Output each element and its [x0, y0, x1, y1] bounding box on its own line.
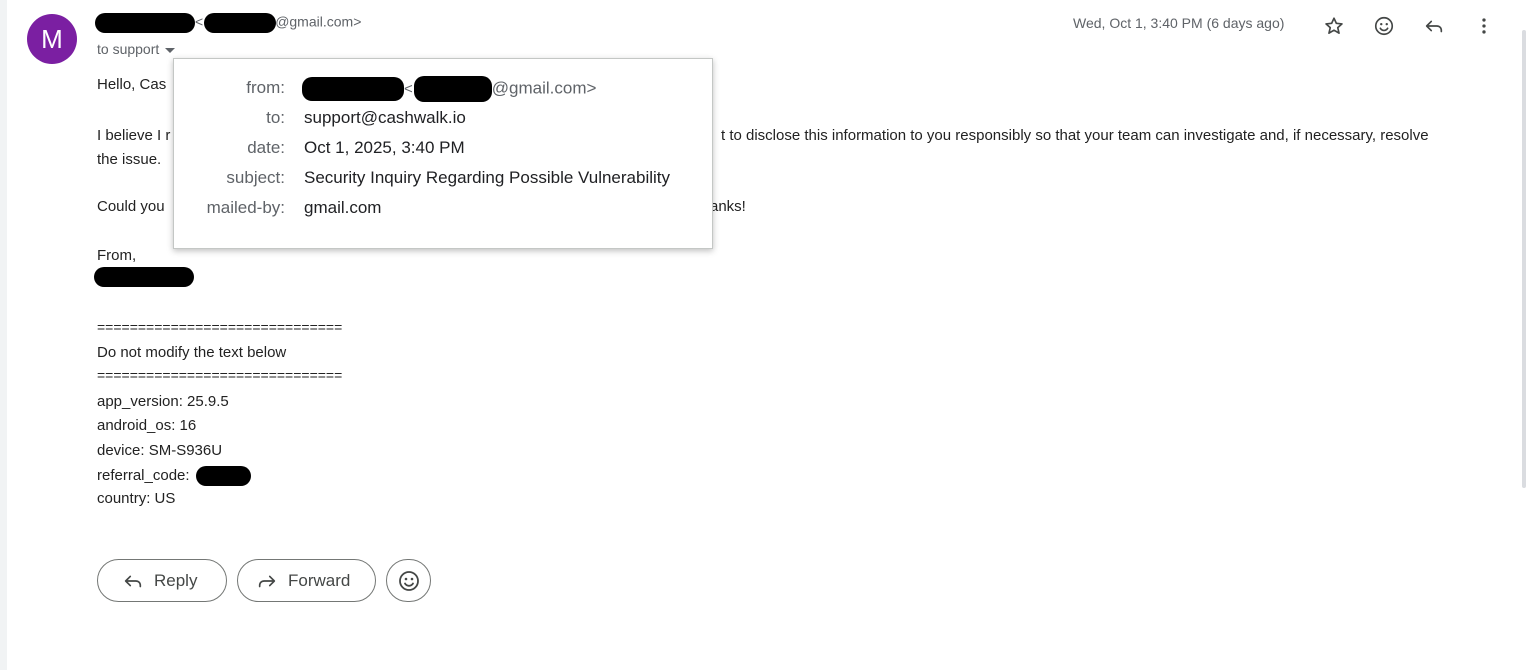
- more-vert-icon: [1482, 18, 1486, 34]
- more-options-button[interactable]: [1470, 12, 1498, 40]
- popup-to-row: to: support@cashwalk.io: [174, 108, 712, 130]
- redacted-sender-local: [204, 13, 277, 33]
- popup-from-row: from: < @gmail.com>: [174, 76, 712, 102]
- popup-mailed-by-label: mailed-by:: [206, 198, 285, 217]
- popup-mailed-by-row: mailed-by: gmail.com: [174, 198, 712, 220]
- avatar[interactable]: M: [27, 14, 77, 64]
- emoji-action-button[interactable]: [386, 559, 431, 602]
- popup-date-label: date:: [247, 138, 285, 157]
- emoji-reaction-button[interactable]: [1370, 12, 1398, 40]
- forward-button-label: Forward: [288, 570, 351, 590]
- para2-start: Could you: [97, 198, 165, 215]
- left-edge: [0, 0, 7, 670]
- popup-to-value: support@cashwalk.io: [304, 108, 466, 127]
- popup-subject-label: subject:: [226, 168, 285, 187]
- recipient-details-toggle[interactable]: to support: [97, 41, 176, 57]
- divider-bottom: ==============================: [97, 367, 343, 383]
- popup-from-domain: @gmail.com>: [491, 78, 597, 98]
- redacted-from-local: [413, 76, 492, 102]
- popup-to-label: to:: [266, 108, 285, 127]
- popup-date-row: date: Oct 1, 2025, 3:40 PM: [174, 138, 712, 160]
- to-line-label: to support: [97, 41, 160, 57]
- referral-code: referral_code:: [97, 466, 251, 486]
- reply-icon: [1425, 20, 1443, 33]
- sender-email-domain: @gmail.com>: [275, 13, 362, 30]
- scrollbar[interactable]: [1522, 30, 1526, 488]
- sender-open-bracket: <: [195, 13, 204, 30]
- forward-icon: [256, 570, 278, 592]
- para2-end: anks!: [710, 198, 746, 215]
- popup-date-value: Oct 1, 2025, 3:40 PM: [304, 138, 465, 157]
- popup-from-label: from:: [246, 78, 285, 97]
- popup-subject-value: Security Inquiry Regarding Possible Vuln…: [304, 168, 670, 187]
- redacted-referral-code: [195, 466, 251, 486]
- reply-button-label: Reply: [154, 570, 198, 590]
- emoji-icon: [398, 570, 419, 591]
- redacted-from-name: [302, 77, 404, 101]
- greeting: Hello, Cas: [97, 76, 167, 93]
- reply-action-button[interactable]: Reply: [97, 559, 227, 602]
- app-version: app_version: 25.9.5: [97, 393, 229, 410]
- do-not-modify-note: Do not modify the text below: [97, 344, 287, 361]
- star-icon: [1325, 17, 1343, 34]
- reply-icon: [122, 570, 144, 592]
- message-date: Wed, Oct 1, 3:40 PM (6 days ago): [1073, 15, 1285, 31]
- para1-start: I believe I r: [97, 127, 171, 144]
- chevron-down-icon[interactable]: [165, 47, 176, 53]
- popup-from-bracket: <: [404, 80, 413, 98]
- popup-mailed-by-value: gmail.com: [304, 198, 382, 217]
- star-button[interactable]: [1320, 12, 1348, 40]
- android-os: android_os: 16: [97, 417, 197, 434]
- para1-end: t to disclose this information to you re…: [721, 127, 1429, 144]
- reply-button[interactable]: [1420, 12, 1448, 40]
- redacted-sender-name: [95, 13, 195, 33]
- forward-action-button[interactable]: Forward: [237, 559, 376, 602]
- popup-subject-row: subject: Security Inquiry Regarding Poss…: [174, 168, 712, 190]
- popup-from-value: < @gmail.com>: [302, 76, 596, 102]
- sender-details-popup: from: < @gmail.com> to: support@cashwalk.…: [173, 58, 713, 249]
- redacted-signature: [94, 267, 194, 287]
- referral-code-label: referral_code:: [97, 466, 190, 484]
- device: device: SM-S936U: [97, 442, 223, 459]
- emoji-icon: [1374, 16, 1394, 36]
- sender-line[interactable]: < @gmail.com>: [95, 13, 361, 33]
- divider-top: ==============================: [97, 319, 343, 335]
- country: country: US: [97, 490, 176, 507]
- sign-off: From,: [97, 247, 137, 264]
